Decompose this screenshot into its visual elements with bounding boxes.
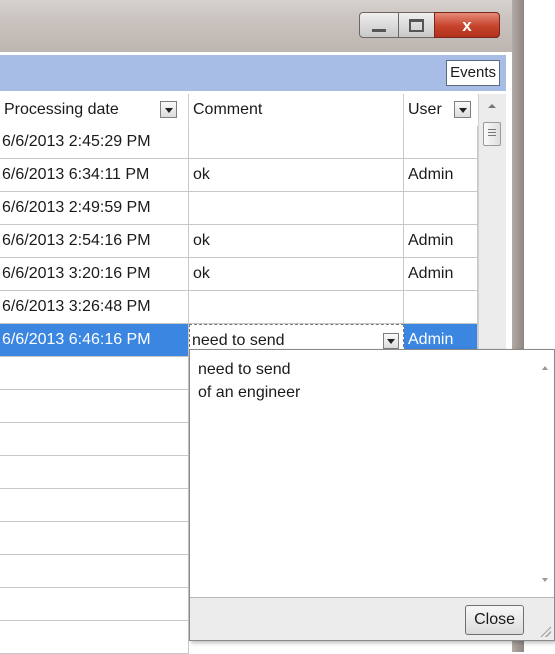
column-header-comment[interactable]: Comment bbox=[189, 94, 404, 126]
maximize-icon bbox=[409, 18, 424, 32]
comment-cell[interactable]: ok bbox=[189, 258, 404, 291]
comment-editor-value: need to send bbox=[192, 332, 285, 349]
comment-text-scrollbar[interactable] bbox=[536, 350, 554, 598]
scroll-up-arrow-icon[interactable] bbox=[488, 104, 496, 108]
close-window-button[interactable]: x bbox=[434, 12, 500, 38]
column-header-user[interactable]: User bbox=[404, 94, 478, 126]
column-header-label: Comment bbox=[193, 101, 263, 118]
table-row[interactable]: 6/6/2013 6:34:11 PM ok Admin bbox=[0, 159, 478, 192]
table-row[interactable]: 6/6/2013 3:26:48 PM bbox=[0, 291, 478, 324]
scroll-up-arrow-icon[interactable] bbox=[542, 366, 548, 370]
scrollbar-thumb[interactable] bbox=[483, 122, 501, 146]
user-cell[interactable]: Admin bbox=[404, 225, 478, 258]
close-button[interactable]: Close bbox=[465, 605, 524, 635]
events-button[interactable]: Events bbox=[446, 60, 500, 86]
user-cell[interactable] bbox=[404, 126, 478, 159]
comment-popup: need to send of an engineer Close bbox=[189, 349, 555, 641]
comment-cell[interactable]: ok bbox=[189, 159, 404, 192]
minimize-button[interactable] bbox=[359, 12, 399, 38]
user-cell[interactable] bbox=[404, 291, 478, 324]
column-header-label: Processing date bbox=[4, 101, 119, 118]
close-icon: x bbox=[462, 15, 472, 35]
user-cell[interactable]: Admin bbox=[404, 159, 478, 192]
window-titlebar: x bbox=[0, 0, 512, 52]
comment-cell[interactable]: ok bbox=[189, 225, 404, 258]
processing-date-cell[interactable]: 6/6/2013 3:26:48 PM bbox=[0, 291, 189, 324]
comment-text-area[interactable]: need to send of an engineer bbox=[198, 358, 518, 404]
table-row[interactable]: 6/6/2013 3:20:16 PM ok Admin bbox=[0, 258, 478, 291]
table-row[interactable]: 6/6/2013 2:49:59 PM bbox=[0, 192, 478, 225]
popup-footer: Close bbox=[190, 597, 554, 640]
user-cell[interactable] bbox=[404, 192, 478, 225]
filter-dropdown-icon[interactable] bbox=[454, 101, 471, 118]
processing-date-cell[interactable]: 6/6/2013 6:34:11 PM bbox=[0, 159, 189, 192]
processing-date-cell[interactable]: 6/6/2013 2:45:29 PM bbox=[0, 126, 189, 159]
comment-dropdown-icon[interactable] bbox=[383, 333, 399, 349]
grid-header: Processing date Comment User bbox=[0, 94, 478, 126]
toolbar: Events bbox=[0, 55, 506, 91]
scroll-down-arrow-icon[interactable] bbox=[542, 578, 548, 582]
table-row[interactable]: 6/6/2013 2:45:29 PM bbox=[0, 126, 478, 159]
processing-date-cell[interactable]: 6/6/2013 2:54:16 PM bbox=[0, 225, 189, 258]
comment-cell[interactable] bbox=[189, 192, 404, 225]
column-header-processing-date[interactable]: Processing date bbox=[0, 94, 189, 126]
processing-date-cell[interactable]: 6/6/2013 3:20:16 PM bbox=[0, 258, 189, 291]
comment-cell[interactable] bbox=[189, 291, 404, 324]
resize-grip-icon[interactable] bbox=[539, 625, 551, 637]
grid-vertical-scrollbar[interactable] bbox=[478, 94, 506, 354]
maximize-button[interactable] bbox=[398, 12, 435, 38]
minimize-icon bbox=[372, 28, 386, 32]
user-cell[interactable]: Admin bbox=[404, 258, 478, 291]
processing-date-cell[interactable]: 6/6/2013 2:49:59 PM bbox=[0, 192, 189, 225]
table-row[interactable]: 6/6/2013 2:54:16 PM ok Admin bbox=[0, 225, 478, 258]
processing-date-cell[interactable]: 6/6/2013 6:46:16 PM bbox=[0, 324, 189, 357]
comment-cell[interactable] bbox=[189, 126, 404, 159]
filter-dropdown-icon[interactable] bbox=[160, 101, 177, 118]
column-header-label: User bbox=[408, 101, 442, 118]
